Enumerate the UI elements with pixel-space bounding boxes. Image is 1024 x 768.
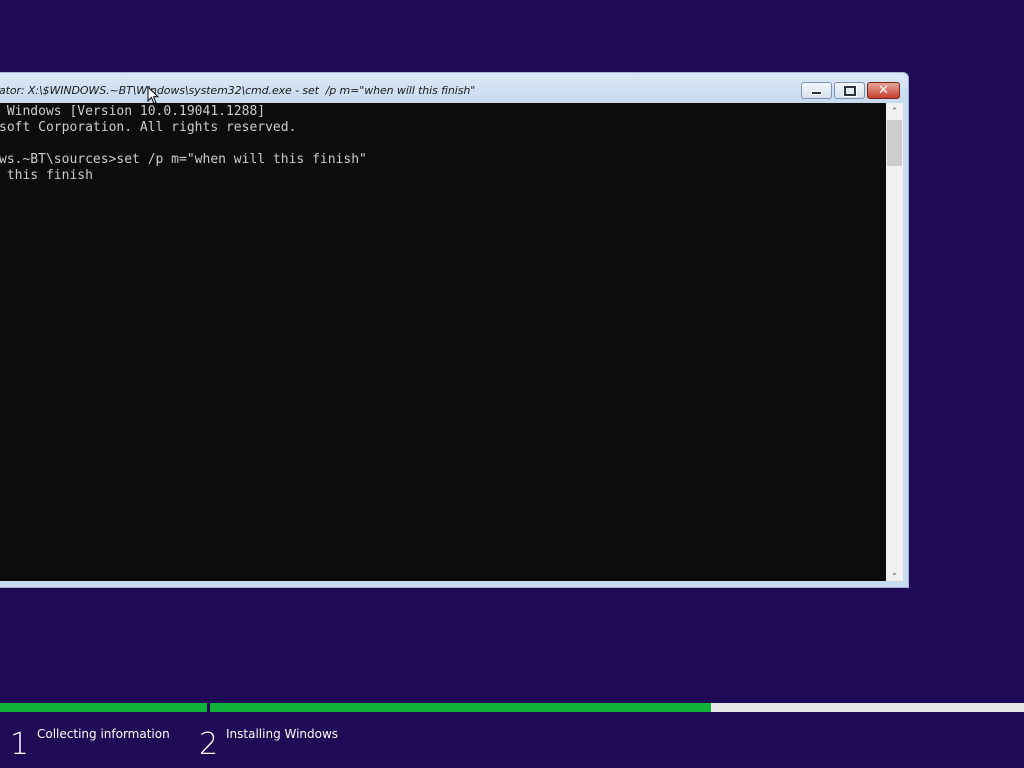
close-button[interactable]: ✕: [867, 82, 900, 99]
close-icon: ✕: [878, 83, 889, 98]
setup-screen: ator: X:\$WINDOWS.~BT\Windows\system32\c…: [0, 0, 1024, 768]
minimize-button[interactable]: [801, 82, 832, 99]
console-line: ws.~BT\sources>set /p m="when will this …: [0, 152, 367, 167]
maximize-button[interactable]: [834, 82, 865, 99]
progress-fill: [210, 703, 711, 712]
maximize-icon: [842, 84, 857, 97]
chevron-down-icon: ⌄: [890, 567, 899, 578]
window-title: ator: X:\$WINDOWS.~BT\Windows\system32\c…: [0, 84, 476, 97]
vertical-scrollbar[interactable]: ⌃ ⌄: [886, 103, 903, 581]
step-label: Installing Windows: [226, 727, 339, 741]
scroll-thumb[interactable]: [887, 120, 902, 166]
window-titlebar[interactable]: ator: X:\$WINDOWS.~BT\Windows\system32\c…: [0, 73, 908, 103]
chevron-up-icon: ⌃: [890, 106, 899, 117]
scroll-up-button[interactable]: ⌃: [886, 103, 903, 120]
cmd-window[interactable]: ator: X:\$WINDOWS.~BT\Windows\system32\c…: [0, 72, 909, 588]
step-label: Collecting information: [37, 727, 170, 741]
progress-segment-installing: [210, 703, 1024, 712]
step-number: 2: [199, 727, 219, 762]
console-lines: Windows [Version 10.0.19041.1288] soft C…: [0, 104, 367, 184]
scroll-down-button[interactable]: ⌄: [886, 564, 903, 581]
progress-segment-collecting: [0, 703, 207, 712]
console-line: this finish: [0, 168, 93, 183]
minimize-icon: [811, 91, 822, 95]
setup-progress-bar: [0, 703, 1024, 712]
mouse-cursor-icon: [147, 86, 159, 105]
step-number: 1: [10, 727, 30, 762]
console-output[interactable]: Windows [Version 10.0.19041.1288] soft C…: [0, 103, 886, 581]
console-line: soft Corporation. All rights reserved.: [0, 120, 297, 135]
progress-fill: [0, 703, 207, 712]
console-line: Windows [Version 10.0.19041.1288]: [0, 104, 266, 119]
